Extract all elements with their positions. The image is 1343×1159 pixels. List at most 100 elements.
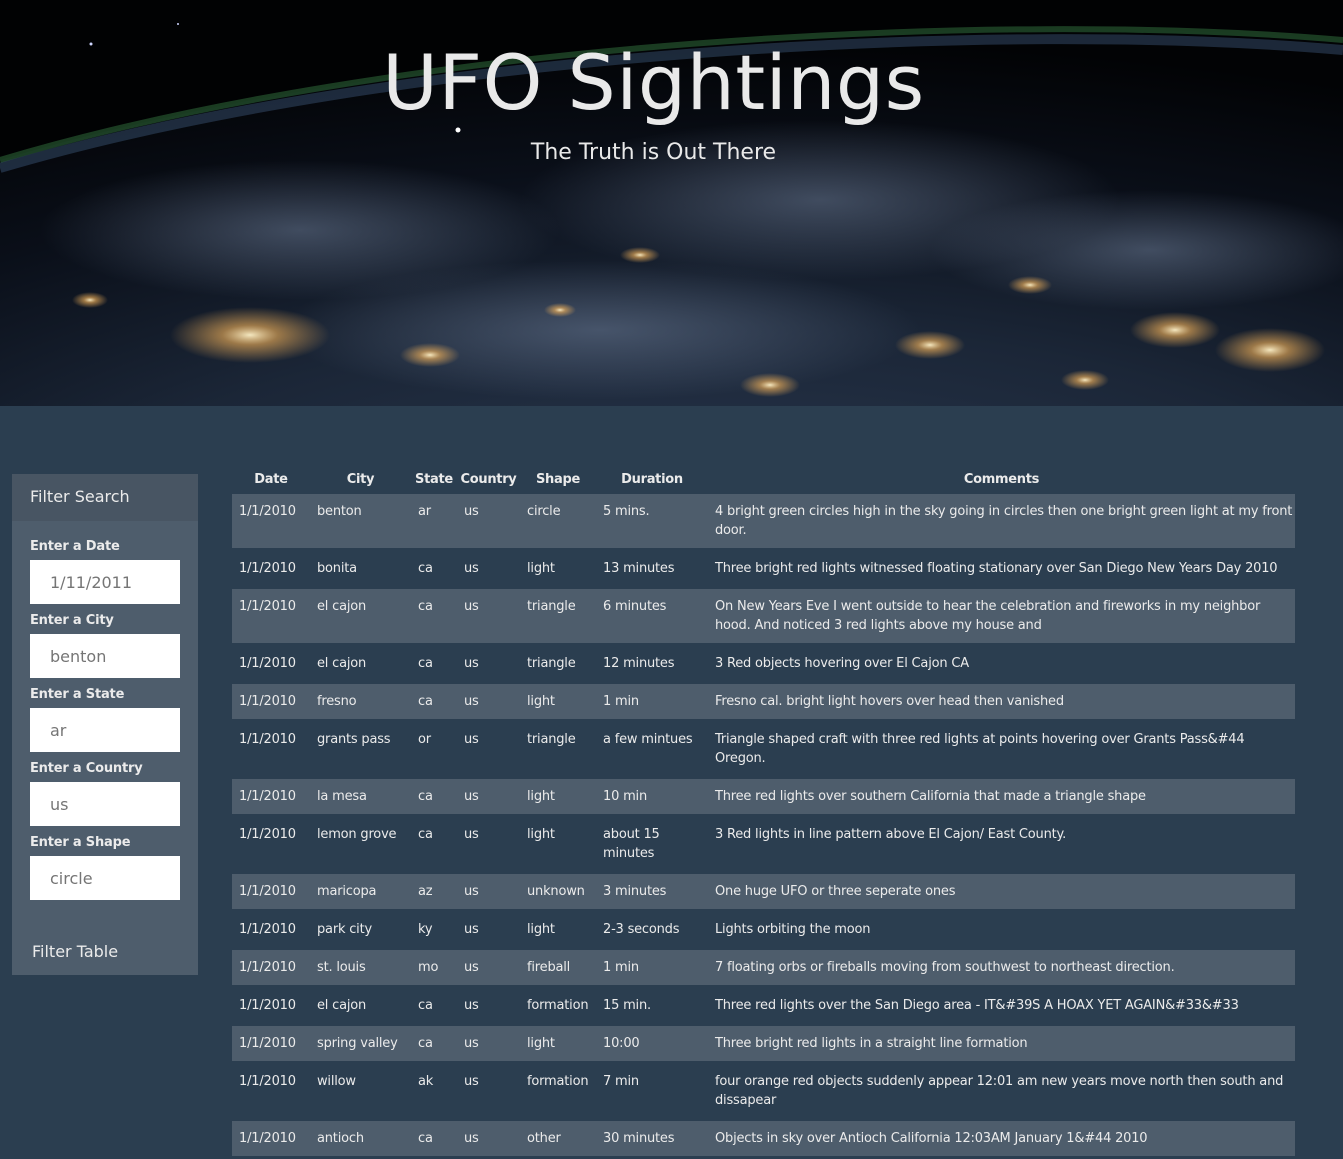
cell-date: 1/1/2010 — [239, 656, 296, 671]
cell-date: 1/1/2010 — [239, 1036, 296, 1051]
table-row: 1/1/2010 st. louis mo us fireball 1 min 7 floa… — [232, 948, 1295, 987]
cell-date: 1/1/2010 — [239, 694, 296, 709]
cell-city: lemon grove — [317, 827, 397, 842]
cell-duration: 10 min — [603, 789, 647, 804]
cell-city: antioch — [317, 1131, 364, 1146]
table-row: 1/1/2010 maricopa az us unknown 3 minutes One … — [232, 872, 1295, 911]
cell-city: maricopa — [317, 884, 377, 899]
cell-state: mo — [418, 960, 439, 975]
cell-duration: 1 min — [603, 694, 639, 709]
cell-duration: 3 minutes — [603, 884, 667, 899]
cell-comments: Lights orbiting the moon — [715, 922, 871, 937]
cell-shape: light — [527, 694, 555, 709]
table-row: 1/1/2010 park city ky us light 2-3 seconds Lig… — [232, 910, 1295, 949]
cell-duration: 15 min. — [603, 998, 651, 1013]
cell-country: us — [464, 998, 479, 1013]
table-row: 1/1/2010 la mesa ca us light 10 min Three red … — [232, 777, 1295, 816]
column-header-city: City — [346, 471, 375, 487]
table-row: 1/1/2010 spring valley ca us light 10:00 Three… — [232, 1024, 1295, 1063]
cell-comments: Three red lights over southern Californi… — [715, 789, 1146, 804]
table-row: 1/1/2010 willow ak us formation 7 min four ora… — [232, 1062, 1295, 1120]
cell-city: fresno — [317, 694, 357, 709]
cell-date: 1/1/2010 — [239, 1074, 296, 1089]
cell-city: la mesa — [317, 789, 367, 804]
cell-shape: formation — [527, 1074, 589, 1089]
cell-comments: 7 floating orbs or fireballs moving from… — [715, 960, 1175, 975]
cell-state: ca — [418, 789, 433, 804]
hero-banner: UFO Sightings The Truth is Out There — [0, 0, 1343, 406]
cell-country: us — [464, 599, 479, 614]
cell-country: us — [464, 960, 479, 975]
city-label: Enter a City — [30, 613, 114, 628]
cell-shape: fireball — [527, 960, 571, 975]
cell-state: ca — [418, 1036, 433, 1051]
cell-duration: 2-3 seconds — [603, 922, 680, 937]
cell-country: us — [464, 1131, 479, 1146]
cell-city: el cajon — [317, 599, 367, 614]
table-row: 1/1/2010 antioch ca us other 30 minutes Object… — [232, 1119, 1295, 1158]
cell-duration: 7 min — [603, 1074, 639, 1089]
cell-country: us — [464, 1074, 479, 1089]
date-input[interactable] — [30, 560, 180, 604]
sightings-table-container: Date City State Country Shape Duration C… — [232, 464, 1295, 1159]
date-label: Enter a Date — [30, 539, 120, 554]
cell-city: st. louis — [317, 960, 366, 975]
filter-panel: Filter Search Enter a Date Enter a City … — [12, 474, 198, 975]
cell-state: ak — [418, 1074, 434, 1089]
cell-shape: triangle — [527, 599, 576, 614]
cell-state: ky — [418, 922, 433, 937]
shape-input[interactable] — [30, 856, 180, 900]
table-header-row: Date City State Country Shape Duration C… — [232, 464, 1295, 494]
cell-state: or — [418, 732, 431, 747]
cell-city: grants pass — [317, 732, 391, 747]
cell-state: ca — [418, 1131, 433, 1146]
cell-date: 1/1/2010 — [239, 789, 296, 804]
table-row: 1/1/2010 bonita ca us light 13 minutes Three b… — [232, 549, 1295, 588]
cell-comments: Three red lights over the San Diego area… — [715, 998, 1239, 1013]
table-row: 1/1/2010 fresno ca us light 1 min Fresno cal. … — [232, 682, 1295, 721]
cell-date: 1/1/2010 — [239, 998, 296, 1013]
cell-shape: light — [527, 789, 555, 804]
table-row: 1/1/2010 grants pass or us triangle a few min… — [232, 720, 1295, 778]
cell-country: us — [464, 884, 479, 899]
cell-shape: unknown — [527, 884, 585, 899]
state-label: Enter a State — [30, 687, 125, 702]
cell-duration: 12 minutes — [603, 656, 675, 671]
country-label: Enter a Country — [30, 761, 143, 776]
cell-duration: 30 minutes — [603, 1131, 675, 1146]
cell-country: us — [464, 694, 479, 709]
cell-city: park city — [317, 922, 372, 937]
page-subtitle: The Truth is Out There — [530, 140, 777, 165]
column-header-state: State — [415, 471, 453, 487]
filter-table-button[interactable]: Filter Table — [32, 942, 118, 961]
cell-state: ar — [418, 504, 431, 519]
cell-date: 1/1/2010 — [239, 960, 296, 975]
cell-date: 1/1/2010 — [239, 827, 296, 842]
cell-shape: light — [527, 827, 555, 842]
cell-date: 1/1/2010 — [239, 1131, 296, 1146]
table-row: 1/1/2010 el cajon ca us triangle 6 minutes On … — [232, 587, 1295, 645]
cell-city: benton — [317, 504, 362, 519]
table-row: 1/1/2010 lemon grove ca us light about 15 min… — [232, 815, 1295, 873]
cell-duration: 1 min — [603, 960, 639, 975]
filter-heading: Filter Search — [12, 474, 198, 521]
table-row: 1/1/2010 el cajon ca us formation 15 min. Thre… — [232, 986, 1295, 1025]
cell-comments: Three bright red lights in a straight li… — [715, 1036, 1028, 1051]
cell-date: 1/1/2010 — [239, 599, 296, 614]
cell-comments: Triangle shaped craft with three red lig… — [715, 732, 1245, 766]
cell-country: us — [464, 827, 479, 842]
table-row: 1/1/2010 benton ar us circle 5 mins. 4 bright … — [232, 494, 1295, 550]
city-input[interactable] — [30, 634, 180, 678]
table-body: 1/1/2010 benton ar us circle 5 mins. 4 bright … — [232, 494, 1295, 1158]
cell-city: bonita — [317, 561, 357, 576]
cell-comments: Fresno cal. bright light hovers over hea… — [715, 694, 1064, 709]
cell-shape: triangle — [527, 656, 576, 671]
cell-city: willow — [317, 1074, 356, 1089]
cell-shape: light — [527, 1036, 555, 1051]
cell-comments: 4 bright green circles high in the sky g… — [715, 504, 1293, 538]
cell-country: us — [464, 922, 479, 937]
cell-country: us — [464, 789, 479, 804]
country-input[interactable] — [30, 782, 180, 826]
cell-shape: formation — [527, 998, 589, 1013]
state-input[interactable] — [30, 708, 180, 752]
